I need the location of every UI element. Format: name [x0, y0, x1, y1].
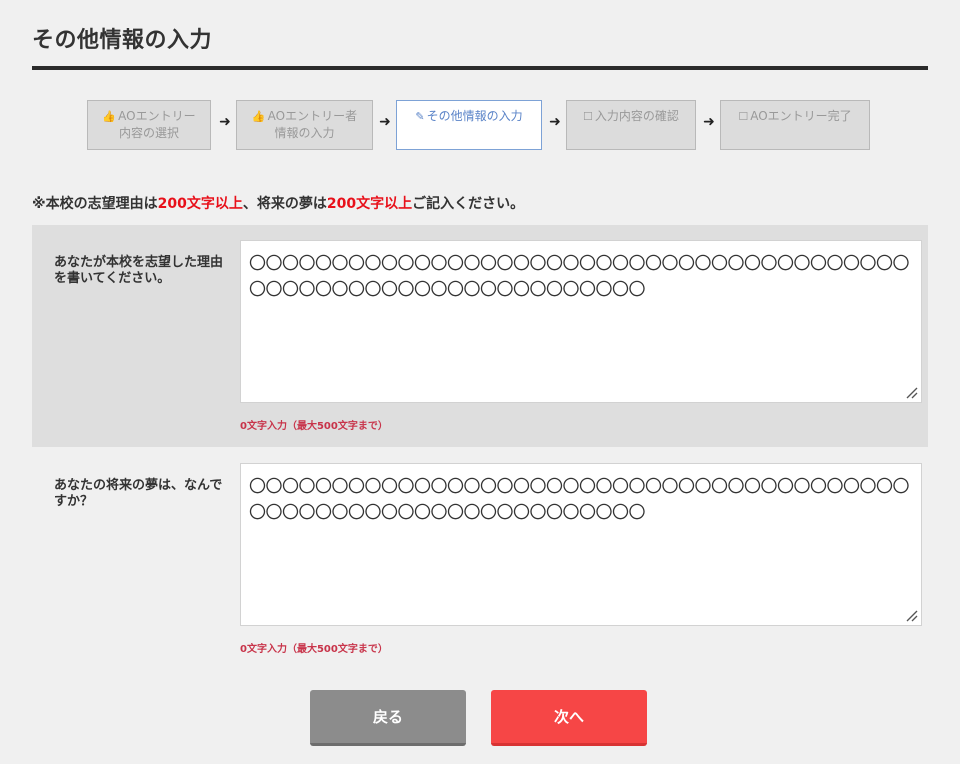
step-complete: ☐ AOエントリー完了 [720, 100, 870, 150]
dream-row: あなたの将来の夢は、なんですか？ 〇〇〇〇〇〇〇〇〇〇〇〇〇〇〇〇〇〇〇〇〇〇〇… [32, 448, 928, 670]
step-label: 入力内容の確認 [594, 109, 679, 123]
thumbs-up-icon: 👍 [102, 110, 117, 123]
page-title: その他情報の入力 [32, 28, 213, 53]
arrow-right-icon: ➜ [219, 114, 231, 130]
step-ao-entry-select: 👍 AOエントリー 内容の選択 [87, 100, 211, 150]
notice-middle: 、将来の夢は [242, 196, 327, 212]
step-label-sub: 情報の入力 [274, 126, 335, 140]
step-label: その他情報の入力 [426, 109, 523, 123]
dream-text: 〇〇〇〇〇〇〇〇〇〇〇〇〇〇〇〇〇〇〇〇〇〇〇〇〇〇〇〇〇〇〇〇〇〇〇〇〇〇〇〇… [249, 477, 910, 523]
back-button[interactable]: 戻る [310, 690, 466, 746]
step-other-info: ✎ その他情報の入力 [396, 100, 542, 150]
reason-label: あなたが本校を志望した理由を書いてください。 [54, 255, 224, 286]
step-progress: 👍 AOエントリー 内容の選択 ➜ 👍 AOエントリー者 情報の入力 ➜ ✎ その他情… [0, 100, 960, 152]
notice-req-dream: 200文字以上 [326, 196, 413, 212]
resize-handle-icon[interactable] [904, 608, 918, 622]
step-confirm: ☐ 入力内容の確認 [566, 100, 696, 150]
checkbox-icon: ☐ [738, 110, 749, 123]
dream-char-counter: 0文字入力（最大500文字まで） [240, 644, 388, 655]
arrow-right-icon: ➜ [549, 114, 561, 130]
title-divider [32, 66, 928, 70]
reason-text: 〇〇〇〇〇〇〇〇〇〇〇〇〇〇〇〇〇〇〇〇〇〇〇〇〇〇〇〇〇〇〇〇〇〇〇〇〇〇〇〇… [249, 254, 910, 300]
notice-suffix: ご記入ください。 [412, 196, 525, 212]
reason-row: あなたが本校を志望した理由を書いてください。 〇〇〇〇〇〇〇〇〇〇〇〇〇〇〇〇〇… [32, 225, 928, 447]
dream-label: あなたの将来の夢は、なんですか？ [54, 478, 223, 509]
step-label: AOエントリー者 [267, 109, 358, 123]
notice-prefix: ※本校の志望理由は [32, 196, 158, 212]
step-label: AOエントリー完了 [750, 109, 852, 123]
reason-char-counter: 0文字入力（最大500文字まで） [240, 421, 388, 432]
edit-icon: ✎ [415, 110, 425, 123]
dream-textarea[interactable]: 〇〇〇〇〇〇〇〇〇〇〇〇〇〇〇〇〇〇〇〇〇〇〇〇〇〇〇〇〇〇〇〇〇〇〇〇〇〇〇〇… [240, 463, 922, 626]
thumbs-up-icon: 👍 [251, 110, 266, 123]
requirement-notice: ※本校の志望理由は200文字以上、将来の夢は200文字以上ご記入ください。 [32, 193, 524, 213]
step-applicant-info: 👍 AOエントリー者 情報の入力 [236, 100, 373, 150]
notice-req-reason: 200文字以上 [157, 196, 243, 212]
arrow-right-icon: ➜ [703, 114, 715, 130]
resize-handle-icon[interactable] [904, 385, 918, 399]
checkbox-icon: ☐ [583, 110, 593, 123]
next-button[interactable]: 次へ [491, 690, 647, 746]
step-label-sub: 内容の選択 [118, 126, 179, 140]
reason-textarea[interactable]: 〇〇〇〇〇〇〇〇〇〇〇〇〇〇〇〇〇〇〇〇〇〇〇〇〇〇〇〇〇〇〇〇〇〇〇〇〇〇〇〇… [240, 240, 922, 403]
step-label: AOエントリー [118, 109, 196, 123]
arrow-right-icon: ➜ [379, 114, 391, 130]
